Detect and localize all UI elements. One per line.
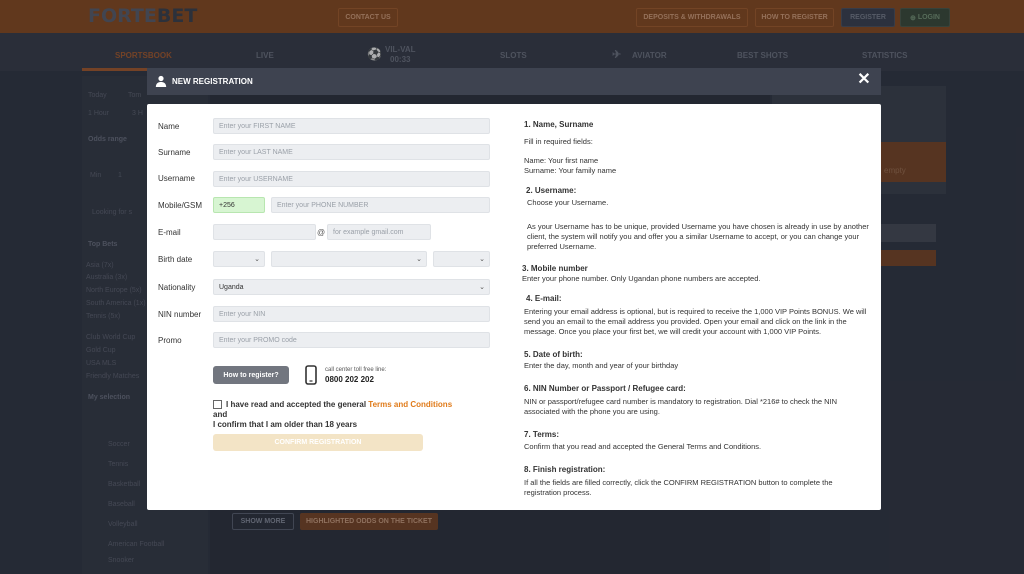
info-s8-text: If all the fields are filled correctly, … xyxy=(524,478,833,497)
email-domain-input[interactable]: for example gmail.com xyxy=(327,224,431,240)
nationality-value: Uganda xyxy=(219,283,244,291)
info-s7-text: Confirm that you read and accepted the G… xyxy=(524,442,762,451)
user-icon xyxy=(155,75,167,87)
info-s1-surname: Surname: Your family name xyxy=(524,166,617,175)
info-s1-title: 1. Name, Surname xyxy=(524,120,594,129)
promo-input[interactable]: Enter your PROMO code xyxy=(213,332,490,348)
nin-input[interactable]: Enter your NIN xyxy=(213,306,490,322)
birth-year-select[interactable]: ⌄ xyxy=(433,251,490,267)
info-s5-title: 5. Date of birth: xyxy=(524,350,583,359)
phone-number-input[interactable]: Enter your PHONE NUMBER xyxy=(271,197,490,213)
terms-link[interactable]: Terms and Conditions xyxy=(368,400,452,409)
info-s2-choose: Choose your Username. xyxy=(527,198,609,207)
terms-text: I have read and accepted the general Ter… xyxy=(213,400,463,430)
chevron-down-icon: ⌄ xyxy=(254,256,260,263)
chevron-down-icon: ⌄ xyxy=(479,284,485,291)
info-s1-fill: Fill in required fields: xyxy=(524,137,593,146)
name-label: Name xyxy=(158,122,180,131)
birth-month-select[interactable]: ⌄ xyxy=(271,251,427,267)
username-input[interactable]: Enter your USERNAME xyxy=(213,171,490,187)
mobile-prefix-field[interactable]: +256 xyxy=(213,197,265,213)
info-s3-title: 3. Mobile number xyxy=(522,264,588,273)
info-s3-text: Enter your phone number. Only Ugandan ph… xyxy=(522,274,761,283)
email-label: E-mail xyxy=(158,228,181,237)
info-s2-text: As your Username has to be unique, provi… xyxy=(527,222,869,251)
chevron-down-icon: ⌄ xyxy=(479,256,485,263)
first-name-input[interactable]: Enter your FIRST NAME xyxy=(213,118,490,134)
info-s5-text: Enter the day, month and year of your bi… xyxy=(524,361,679,370)
terms-and: and xyxy=(213,410,228,419)
mobile-label: Mobile/GSM xyxy=(158,201,203,210)
nin-label: NIN number xyxy=(158,310,202,319)
close-icon[interactable]: ✕ xyxy=(856,72,872,88)
modal-title: NEW REGISTRATION xyxy=(172,77,253,86)
modal-header xyxy=(147,68,881,95)
birth-day-select[interactable]: ⌄ xyxy=(213,251,265,267)
phone-icon xyxy=(305,365,317,385)
call-center-label: call center toll free line: xyxy=(325,367,387,373)
terms-prefix: I have read and accepted the general xyxy=(226,400,369,409)
info-s2-title: 2. Username: xyxy=(526,186,577,195)
call-center-number: 0800 202 202 xyxy=(325,375,374,384)
chevron-down-icon: ⌄ xyxy=(416,256,422,263)
info-s6-title: 6. NIN Number or Passport / Refugee card… xyxy=(524,384,686,393)
info-s1-name: Name: Your first name xyxy=(524,156,599,165)
nationality-select[interactable]: Uganda ⌄ xyxy=(213,279,490,295)
birth-date-label: Birth date xyxy=(158,255,193,264)
promo-label: Promo xyxy=(158,336,182,345)
info-s4-title: 4. E-mail: xyxy=(526,294,562,303)
nationality-label: Nationality xyxy=(158,283,196,292)
info-s8-title: 8. Finish registration: xyxy=(524,465,606,474)
how-to-register-button[interactable]: How to register? xyxy=(213,366,289,384)
info-s6-text: NIN or passport/refugee card number is m… xyxy=(524,397,838,416)
terms-age: I confirm that I am older than 18 years xyxy=(213,420,358,429)
username-label: Username xyxy=(158,174,195,183)
last-name-input[interactable]: Enter your LAST NAME xyxy=(213,144,490,160)
email-user-input[interactable] xyxy=(213,224,316,240)
confirm-registration-button[interactable]: CONFIRM REGISTRATION xyxy=(213,434,423,451)
surname-label: Surname xyxy=(158,148,191,157)
info-s7-title: 7. Terms: xyxy=(524,430,559,439)
email-at-sign: @ xyxy=(317,228,326,237)
info-s4-text: Entering your email address is optional,… xyxy=(524,307,867,336)
